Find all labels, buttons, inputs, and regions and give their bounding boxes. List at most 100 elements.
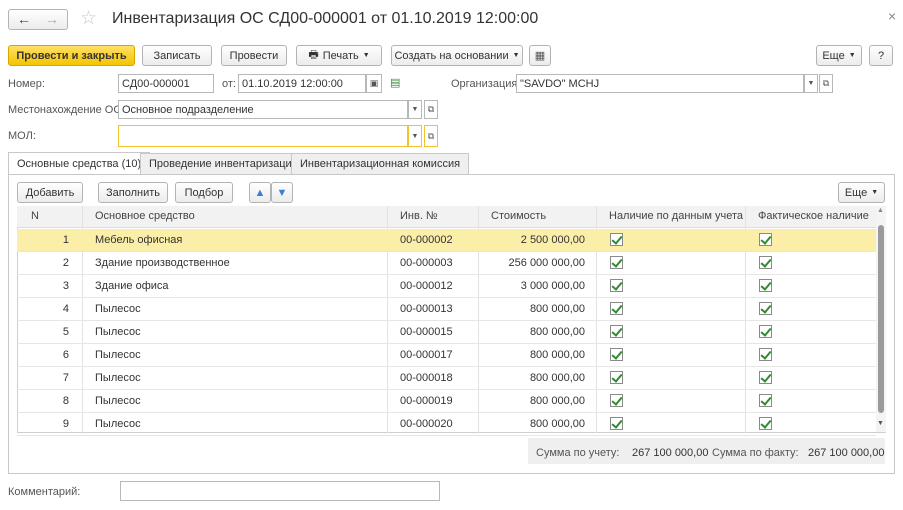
create-based-on-button[interactable]: Создать на основании ▼ xyxy=(391,45,523,66)
structure-icon[interactable]: ▦ xyxy=(529,45,551,66)
table-row[interactable]: 7 Пылесос 00-000018 800 000,00 xyxy=(17,367,876,390)
cost-value: 256 000 000,00 xyxy=(508,257,585,269)
row-number: 6 xyxy=(62,349,69,361)
printer-icon: 🖶 xyxy=(308,49,319,61)
actual-presence-checkbox[interactable] xyxy=(759,325,772,338)
column-header-n[interactable]: N xyxy=(31,210,39,222)
book-presence-checkbox[interactable] xyxy=(610,279,623,292)
table-row[interactable]: 6 Пылесос 00-000017 800 000,00 xyxy=(17,344,876,367)
chevron-down-icon: ▼ xyxy=(362,52,370,59)
chevron-down-icon[interactable]: ▼ xyxy=(804,74,818,93)
move-down-button[interactable]: ▼ xyxy=(271,182,293,203)
inventory-number: 00-000020 xyxy=(400,418,453,430)
tab-fixed-assets[interactable]: Основные средства (10) xyxy=(8,152,151,174)
table-row[interactable]: 9 Пылесос 00-000020 800 000,00 xyxy=(17,413,876,436)
table-row[interactable]: 2 Здание производственное 00-000003 256 000… xyxy=(17,252,876,275)
cost-value: 800 000,00 xyxy=(529,372,585,384)
arrow-down-icon: ▼ xyxy=(276,186,288,199)
more-button[interactable]: Еще ▼ xyxy=(816,45,862,66)
actual-presence-checkbox[interactable] xyxy=(759,233,772,246)
table-row[interactable]: 3 Здание офиса 00-000012 3 000 000,00 xyxy=(17,275,876,298)
asset-name: Пылесос xyxy=(95,303,141,315)
row-number: 3 xyxy=(62,280,69,292)
nav-buttons: ← → xyxy=(8,9,68,30)
tab-inventory-commission[interactable]: Инвентаризационная комиссия xyxy=(291,153,470,174)
date-field[interactable]: 01.10.2019 12:00:00 xyxy=(238,74,366,93)
calendar-icon[interactable]: ▣ xyxy=(366,74,382,93)
cost-value: 800 000,00 xyxy=(529,418,585,430)
actual-presence-checkbox[interactable] xyxy=(759,348,772,361)
column-header-book-presence[interactable]: Наличие по данным учета xyxy=(609,210,743,222)
book-presence-checkbox[interactable] xyxy=(610,302,623,315)
column-header-actual-presence[interactable]: Фактическое наличие xyxy=(758,210,869,222)
scroll-down-icon[interactable]: ▼ xyxy=(877,420,884,427)
column-header-inv[interactable]: Инв. № xyxy=(400,210,438,222)
asset-name: Здание производственное xyxy=(95,257,230,269)
column-header-asset[interactable]: Основное средство xyxy=(95,210,195,222)
back-icon[interactable]: ← xyxy=(17,11,31,27)
cost-value: 800 000,00 xyxy=(529,395,585,407)
location-label: Местонахождение ОС: xyxy=(8,104,125,116)
book-presence-checkbox[interactable] xyxy=(610,233,623,246)
cost-value: 3 000 000,00 xyxy=(520,280,585,292)
post-status-icon: ▤ xyxy=(390,77,401,89)
asset-name: Пылесос xyxy=(95,326,141,338)
tab-conducting-inventory[interactable]: Проведение инвентаризации xyxy=(140,153,307,174)
select-button[interactable]: Подбор xyxy=(175,182,233,203)
book-presence-checkbox[interactable] xyxy=(610,371,623,384)
book-presence-checkbox[interactable] xyxy=(610,417,623,430)
book-presence-checkbox[interactable] xyxy=(610,325,623,338)
inventory-number: 00-000003 xyxy=(400,257,453,269)
column-header-cost[interactable]: Стоимость xyxy=(491,210,546,222)
actual-presence-checkbox[interactable] xyxy=(759,302,772,315)
fill-button[interactable]: Заполнить xyxy=(98,182,168,203)
book-presence-checkbox[interactable] xyxy=(610,256,623,269)
table-row[interactable]: 5 Пылесос 00-000015 800 000,00 xyxy=(17,321,876,344)
actual-presence-checkbox[interactable] xyxy=(759,256,772,269)
print-button[interactable]: 🖶 Печать ▼ xyxy=(296,45,382,66)
actual-presence-checkbox[interactable] xyxy=(759,417,772,430)
book-presence-checkbox[interactable] xyxy=(610,348,623,361)
add-button[interactable]: Добавить xyxy=(17,182,83,203)
number-field[interactable]: СД00-000001 xyxy=(118,74,214,93)
organization-field[interactable]: "SAVDO" MCHJ xyxy=(516,74,804,93)
scrollbar-thumb[interactable] xyxy=(878,225,884,413)
table-row[interactable]: 4 Пылесос 00-000013 800 000,00 xyxy=(17,298,876,321)
table-row[interactable]: 8 Пылесос 00-000019 800 000,00 xyxy=(17,390,876,413)
help-button[interactable]: ? xyxy=(869,45,893,66)
row-number: 2 xyxy=(62,257,69,269)
table-row[interactable]: 1 Мебель офисная 00-000002 2 500 000,00 xyxy=(17,229,876,252)
inventory-number: 00-000002 xyxy=(400,234,453,246)
row-number: 1 xyxy=(62,234,69,246)
chevron-down-icon[interactable]: ▼ xyxy=(408,125,422,147)
post-button[interactable]: Провести xyxy=(221,45,287,66)
scrollbar[interactable]: ▲ ▼ xyxy=(876,207,886,432)
actual-presence-checkbox[interactable] xyxy=(759,371,772,384)
comment-field[interactable] xyxy=(120,481,440,501)
cost-value: 2 500 000,00 xyxy=(520,234,585,246)
print-label: Печать xyxy=(322,49,359,62)
chevron-down-icon[interactable]: ▼ xyxy=(408,100,422,119)
post-and-close-button[interactable]: Провести и закрыть xyxy=(8,45,135,66)
actual-total-label: Сумма по факту: xyxy=(712,447,799,459)
open-link-icon[interactable]: ⧉ xyxy=(819,74,833,93)
inventory-number: 00-000012 xyxy=(400,280,453,292)
move-up-button[interactable]: ▲ xyxy=(249,182,271,203)
inventory-number: 00-000018 xyxy=(400,372,453,384)
table-more-button[interactable]: Еще ▼ xyxy=(838,182,885,203)
open-link-icon[interactable]: ⧉ xyxy=(424,125,438,147)
mol-field[interactable] xyxy=(118,125,408,147)
actual-presence-checkbox[interactable] xyxy=(759,279,772,292)
actual-presence-checkbox[interactable] xyxy=(759,394,772,407)
open-link-icon[interactable]: ⧉ xyxy=(424,100,438,119)
arrow-up-icon: ▲ xyxy=(254,186,266,199)
chevron-down-icon: ▼ xyxy=(512,52,520,59)
forward-icon[interactable]: → xyxy=(45,11,59,27)
save-button[interactable]: Записать xyxy=(142,45,212,66)
close-icon[interactable]: × xyxy=(888,8,896,24)
location-field[interactable]: Основное подразделение xyxy=(118,100,408,119)
book-total-value: 267 100 000,00 xyxy=(632,447,709,459)
favorite-star-icon[interactable]: ☆ xyxy=(80,7,97,30)
scroll-up-icon[interactable]: ▲ xyxy=(877,207,884,214)
book-presence-checkbox[interactable] xyxy=(610,394,623,407)
